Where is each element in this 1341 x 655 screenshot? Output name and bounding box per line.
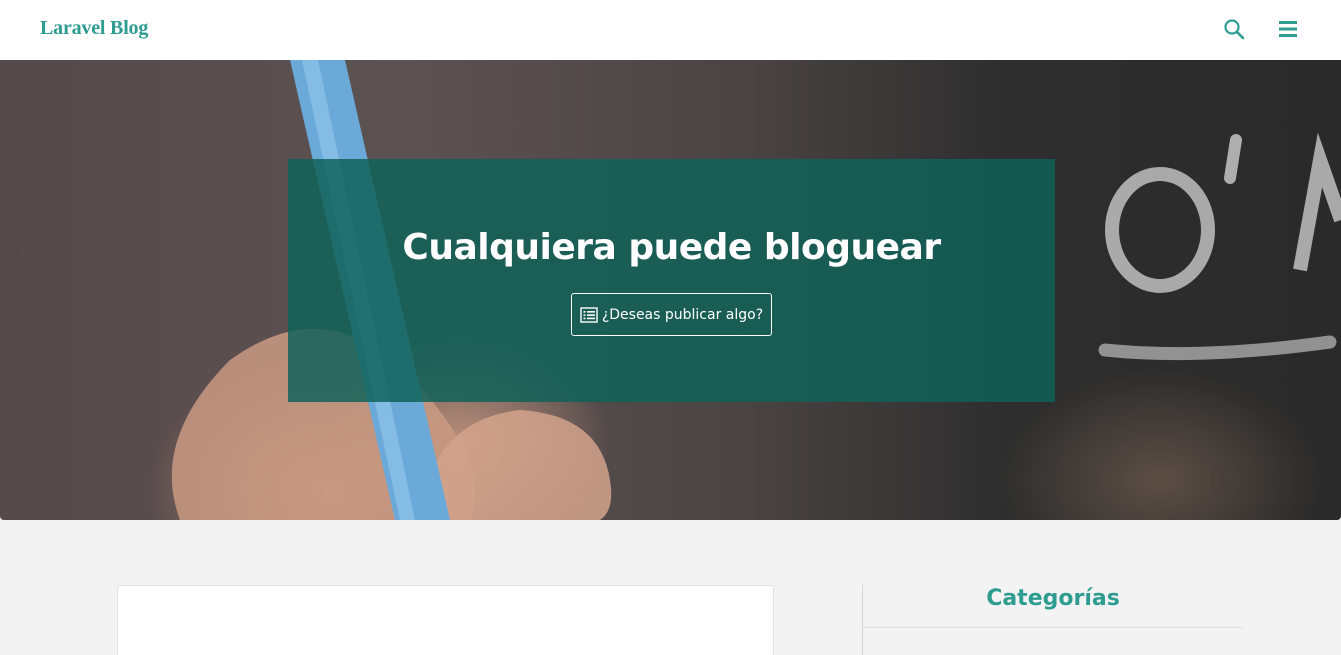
hero-overlay-box: Cualquiera puede bloguear ¿Deseas public… — [288, 159, 1055, 402]
hero-banner: Cualquiera puede bloguear ¿Deseas public… — [0, 60, 1341, 520]
hamburger-menu-icon[interactable] — [1276, 17, 1300, 41]
categories-sidebar: Categorías — [862, 585, 1243, 655]
sidebar-divider — [863, 627, 1243, 628]
brand-link[interactable]: Laravel Blog — [40, 17, 148, 40]
search-icon[interactable] — [1222, 17, 1246, 41]
publish-post-button-label: ¿Deseas publicar algo? — [601, 306, 764, 323]
post-card — [117, 585, 774, 655]
hero-title: Cualquiera puede bloguear — [402, 227, 941, 268]
navbar: Laravel Blog — [0, 0, 1341, 60]
categories-title: Categorías — [986, 586, 1120, 611]
list-icon — [580, 306, 598, 323]
publish-post-button[interactable]: ¿Deseas publicar algo? — [571, 293, 772, 336]
